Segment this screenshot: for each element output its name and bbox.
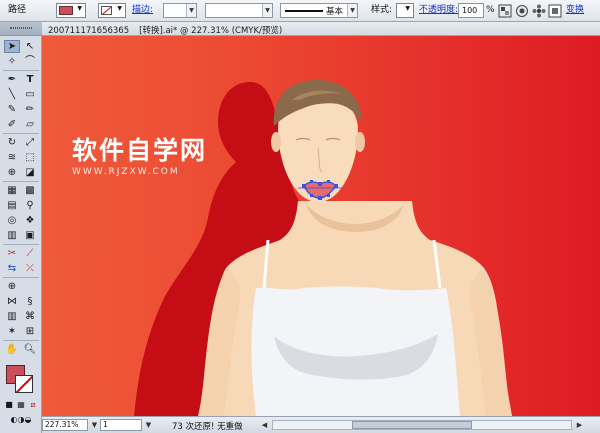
status-message: 73 次还原! 无重做 — [172, 422, 243, 432]
artboard-canvas[interactable]: 软件自学网 WWW.RJZXW.COM — [42, 36, 600, 416]
pen-tool-icon[interactable]: ✒ — [4, 73, 20, 86]
zoom-tool-icon[interactable]: 🔍︎ — [22, 343, 38, 356]
left-ear — [271, 132, 281, 152]
graphic-style-dropdown[interactable]: ▼ — [396, 3, 414, 18]
drawing-modes-icon[interactable]: ◐◑◒ — [4, 413, 38, 426]
artboard-tool-icon[interactable]: ▣ — [22, 229, 38, 242]
chevron-down-icon: ▼ — [117, 5, 122, 12]
column-graph-tool-icon[interactable]: ▥ — [4, 229, 20, 242]
control-bar: 路径 ▼ ▼ 描边: ▼ ▼ 基本 ▼ 样式: ▼ 不透明度: 100 % 变换 — [0, 0, 600, 22]
eyedropper-tool-icon[interactable]: ⚲ — [22, 199, 38, 212]
brush-options-icon[interactable] — [515, 4, 529, 18]
rectangle-tool-icon[interactable]: ▭ — [22, 88, 38, 101]
perspective-grid-tool-icon[interactable]: ▦ — [4, 184, 20, 197]
chevron-down-icon[interactable]: ▼ — [90, 420, 99, 430]
watermark-title: 软件自学网 — [72, 136, 208, 165]
globe-tool-icon[interactable]: ⊕ — [4, 280, 20, 293]
chart-tool-icon[interactable]: ▥ — [4, 310, 20, 323]
color-mode-icon[interactable]: ■ — [4, 398, 14, 411]
live-paint-tool-icon[interactable]: ◪ — [22, 166, 38, 179]
brush-preset-dropdown[interactable]: ▼ — [205, 3, 273, 18]
right-ear — [355, 132, 365, 152]
free-transform-tool-icon[interactable]: ⬚ — [22, 151, 38, 164]
zoom-level-field[interactable]: 227.31% — [42, 419, 88, 431]
artboard-number-field[interactable]: 1 — [100, 419, 142, 431]
knife-tool-icon[interactable]: ⟋ — [22, 247, 38, 260]
lasso-tool-icon[interactable]: ⌒ — [22, 55, 38, 68]
object-type-label: 路径 — [8, 5, 27, 15]
chevron-down-icon: ▼ — [186, 4, 196, 17]
opacity-label-link[interactable]: 不透明度: — [419, 5, 458, 16]
shape-builder-tool-icon[interactable]: ⊕ — [4, 166, 20, 179]
mesh-tool-icon[interactable]: ▩ — [22, 184, 38, 197]
stroke-none-icon — [101, 6, 112, 15]
document-tab[interactable]: 200711171656365 [转换].ai* @ 227.31% (CMYK/… — [42, 22, 600, 36]
style-label: 样式: — [371, 5, 393, 15]
magic-wand-tool-icon[interactable]: ✧ — [4, 55, 20, 68]
direct-selection-tool-icon[interactable]: ↖ — [22, 40, 38, 53]
status-bar: 227.31% ▼ 1 ▼ 73 次还原! 无重做 ◀ ▶ — [42, 416, 600, 433]
twirl-tool-icon[interactable]: § — [22, 295, 38, 308]
gradient-tool-icon[interactable]: ▤ — [4, 199, 20, 212]
reshape-tool-icon[interactable]: ⤫ — [22, 262, 38, 275]
selection-tool-icon[interactable]: ➤ — [4, 40, 20, 53]
stroke-color-box[interactable] — [15, 375, 33, 393]
pencil-tool-icon[interactable]: ✏ — [22, 103, 38, 116]
line-tool-icon[interactable]: ╲ — [4, 88, 20, 101]
scale-tool-icon[interactable]: ⤢ — [22, 136, 38, 149]
puppet-tool-icon[interactable]: ⌘ — [22, 310, 38, 323]
eraser-tool-icon[interactable]: ▱ — [22, 118, 38, 131]
illustration — [134, 80, 512, 416]
chevron-down-icon: ▼ — [262, 4, 272, 17]
flower-symbol-icon[interactable] — [532, 4, 546, 18]
none-mode-icon[interactable]: ⧄ — [28, 398, 38, 411]
stroke-color-dropdown[interactable]: ▼ — [98, 3, 126, 18]
opacity-unit: % — [486, 5, 495, 15]
fill-color-dropdown[interactable]: ▼ — [56, 3, 86, 18]
watermark: 软件自学网 WWW.RJZXW.COM — [72, 136, 208, 178]
crystallize-tool-icon[interactable]: ✶ — [4, 325, 20, 338]
blob-brush-tool-icon[interactable]: ✐ — [4, 118, 20, 131]
slice-tool-icon[interactable]: ⋈ — [4, 295, 20, 308]
warp-tool-icon[interactable]: ≋ — [4, 151, 20, 164]
chevron-down-icon: ▼ — [405, 5, 410, 12]
align-grid-icon[interactable] — [548, 4, 562, 18]
width-tool-icon[interactable]: ⇆ — [4, 262, 20, 275]
scroll-left-icon[interactable]: ◀ — [260, 420, 269, 430]
fill-swatch — [59, 6, 73, 15]
stroke-weight-field[interactable]: ▼ — [163, 3, 197, 18]
stroke-profile-dropdown[interactable]: 基本 ▼ — [280, 3, 358, 18]
scissors-tool-icon[interactable]: ✂ — [4, 247, 20, 260]
chevron-down-icon[interactable]: ▼ — [144, 420, 153, 430]
symbol-sprayer-tool-icon[interactable]: ❖ — [22, 214, 38, 227]
document-title: 200711171656365 [转换].ai* @ 227.31% (CMYK/… — [48, 26, 283, 36]
tools-panel: ➤ ↖ ✧ ⌒ ✒ T ╲ ▭ ✎ ✏ ✐ ▱ ↻ ⤢ ≋ ⬚ ⊕ ◪ ▦ ▩ … — [0, 22, 42, 433]
stroke-profile-preview — [285, 10, 323, 12]
rotate-tool-icon[interactable]: ↻ — [4, 136, 20, 149]
hand-tool-icon[interactable]: ✋ — [4, 343, 20, 356]
gradient-mode-icon[interactable]: ▦ — [16, 398, 26, 411]
panel-grip[interactable] — [0, 22, 42, 36]
opacity-field[interactable]: 100 — [458, 3, 484, 18]
stroke-label-link[interactable]: 描边: — [132, 5, 153, 16]
recolor-artwork-icon[interactable] — [498, 4, 512, 18]
scroll-right-icon[interactable]: ▶ — [575, 420, 584, 430]
chevron-down-icon: ▼ — [77, 5, 82, 12]
pucker-tool-icon[interactable]: ⊞ — [22, 325, 38, 338]
transform-link[interactable]: 变换 — [566, 5, 584, 16]
chevron-down-icon: ▼ — [347, 4, 357, 17]
scrollbar-thumb[interactable] — [352, 421, 472, 429]
blend-tool-icon[interactable]: ◎ — [4, 214, 20, 227]
watermark-url: WWW.RJZXW.COM — [72, 167, 180, 177]
paintbrush-tool-icon[interactable]: ✎ — [4, 103, 20, 116]
type-tool-icon[interactable]: T — [22, 73, 38, 86]
